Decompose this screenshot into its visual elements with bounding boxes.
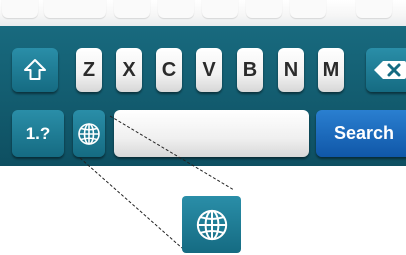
globe-icon [196, 209, 227, 240]
globe-key-callout [182, 196, 241, 253]
